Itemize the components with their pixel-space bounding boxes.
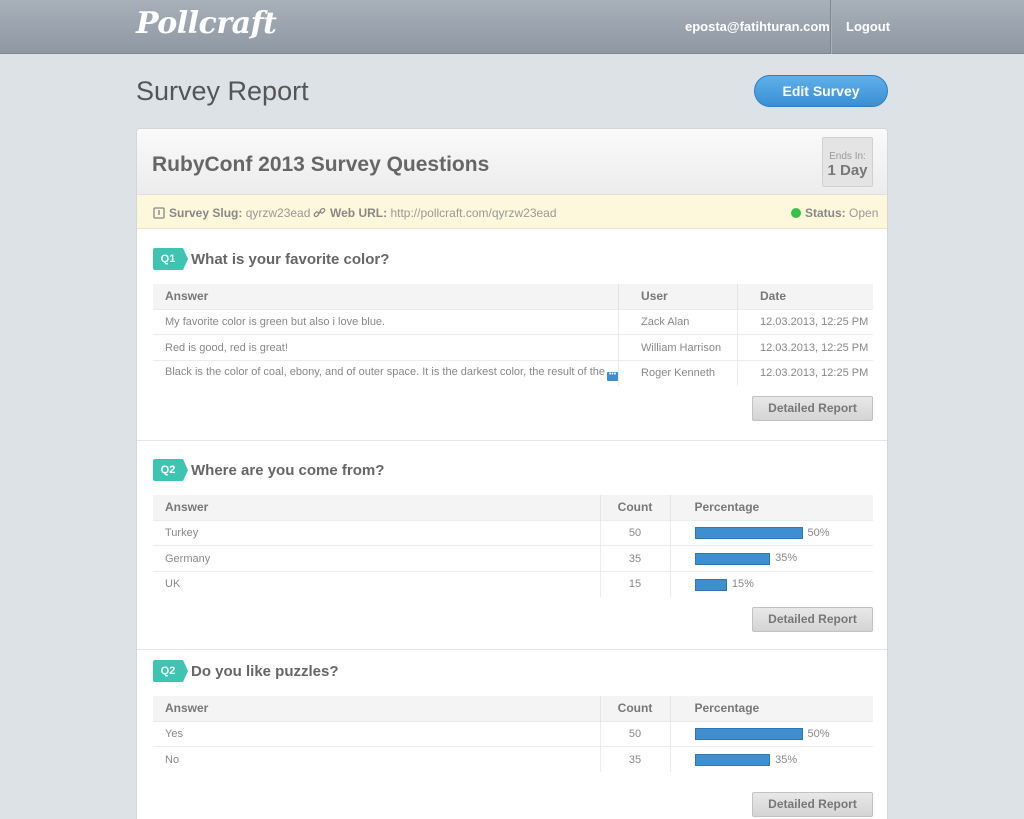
column-header-answer: Answer: [153, 284, 620, 309]
percentage-label: 35%: [775, 552, 798, 565]
slug-value: qyrzw23ead: [245, 206, 311, 220]
date-cell: 12.03.2013, 12:25 PM: [737, 359, 873, 387]
top-bar: Pollcraft eposta@fatihturan.com Logout: [0, 0, 1024, 54]
table-header-row: Answer Count Percentage: [153, 495, 873, 520]
percentage-bar: [694, 552, 771, 565]
answers-table: Answer User Date My favorite color is gr…: [153, 284, 873, 387]
survey-card: RubyConf 2013 Survey Questions Ends In: …: [136, 128, 888, 819]
user-cell: William Harrison: [618, 334, 738, 361]
table-header-row: Answer Count Percentage: [153, 696, 873, 721]
survey-header: RubyConf 2013 Survey Questions Ends In: …: [137, 129, 887, 195]
ellipsis-icon[interactable]: •••: [607, 371, 618, 381]
survey-title: RubyConf 2013 Survey Questions: [152, 153, 490, 176]
percentage-cell: 15%: [670, 570, 873, 598]
percentage-label: 35%: [775, 753, 798, 766]
percentage-cell: 35%: [670, 746, 873, 773]
answer-cell: My favorite color is green but also i lo…: [153, 308, 620, 335]
percentage-label: 50%: [807, 727, 830, 740]
ends-in-label: Ends In:: [829, 151, 866, 162]
question-3: Q2 Do you like puzzles? Answer Count Per…: [137, 649, 887, 819]
user-email[interactable]: eposta@fatihturan.com: [685, 19, 830, 34]
survey-status: Status: Open: [791, 206, 878, 220]
percentage-bar: [694, 578, 727, 591]
column-header-answer: Answer: [153, 495, 601, 520]
info-icon: [153, 207, 165, 222]
answer-text: Black is the color of coal, ebony, and o…: [165, 365, 606, 378]
column-header-answer: Answer: [153, 696, 601, 721]
question-2: Q2 Where are you come from? Answer Count…: [137, 440, 887, 649]
answer-cell: Red is good, red is great!: [153, 334, 620, 361]
slug-label: Survey Slug:: [169, 206, 243, 220]
count-cell: 35: [600, 545, 671, 572]
table-row: No 35 35%: [153, 746, 873, 773]
survey-meta-bar: Survey Slug: qyrzw23ead Web URL: http://…: [137, 195, 887, 229]
date-cell: 12.03.2013, 12:25 PM: [737, 308, 873, 335]
percentage-label: 50%: [807, 526, 830, 539]
percentage-cell: 35%: [670, 545, 873, 572]
page-title: Survey Report: [136, 76, 309, 106]
user-cell: Zack Alan: [618, 308, 738, 335]
detailed-report-button[interactable]: Detailed Report: [752, 396, 873, 421]
answer-cell: No: [153, 746, 601, 773]
answer-cell: Yes: [153, 720, 601, 747]
column-header-date: Date: [737, 284, 873, 309]
table-header-row: Answer User Date: [153, 284, 873, 309]
count-cell: 35: [600, 746, 671, 773]
link-icon: [313, 207, 326, 222]
percentage-bar: [694, 526, 803, 539]
nav-divider: [830, 0, 831, 54]
survey-slug: Survey Slug: qyrzw23ead: [153, 206, 310, 222]
answer-cell: Germany: [153, 545, 601, 572]
status-dot-icon: [791, 208, 801, 218]
column-header-count: Count: [600, 696, 671, 721]
answer-cell: Black is the color of coal, ebony, and o…: [153, 359, 620, 387]
count-cell: 15: [600, 570, 671, 598]
question-tag: Q2: [153, 459, 188, 481]
answer-cell: Turkey: [153, 519, 601, 546]
percentage-bar: [694, 727, 803, 740]
count-cell: 50: [600, 519, 671, 546]
answer-cell: UK: [153, 570, 601, 598]
url-value[interactable]: http://pollcraft.com/qyrzw23ead: [390, 206, 556, 220]
logout-link[interactable]: Logout: [846, 19, 890, 34]
table-row: Turkey 50 50%: [153, 519, 873, 546]
question-text: What is your favorite color?: [191, 251, 390, 268]
column-header-user: User: [618, 284, 738, 309]
column-header-percentage: Percentage: [670, 696, 873, 721]
ends-in-badge: Ends In: 1 Day: [822, 137, 873, 187]
ends-in-value: 1 Day: [827, 162, 868, 179]
question-tag: Q1: [153, 248, 188, 270]
table-row: Yes 50 50%: [153, 720, 873, 747]
edit-survey-button[interactable]: Edit Survey: [754, 75, 888, 107]
detailed-report-button[interactable]: Detailed Report: [752, 792, 873, 817]
table-row: Germany 35 35%: [153, 545, 873, 572]
question-text: Where are you come from?: [191, 462, 385, 479]
column-header-percentage: Percentage: [670, 495, 873, 520]
question-1: Q1 What is your favorite color? Answer U…: [137, 229, 887, 441]
date-cell: 12.03.2013, 12:25 PM: [737, 334, 873, 361]
percentage-cell: 50%: [670, 519, 873, 546]
url-label: Web URL:: [330, 206, 388, 220]
app-logo[interactable]: Pollcraft: [136, 6, 277, 41]
question-text: Do you like puzzles?: [191, 663, 339, 680]
status-label: Status:: [805, 206, 846, 220]
table-row: Black is the color of coal, ebony, and o…: [153, 359, 873, 387]
percentage-label: 15%: [731, 578, 754, 591]
user-cell: Roger Kenneth: [618, 359, 738, 387]
table-row: Red is good, red is great! William Harri…: [153, 334, 873, 361]
detailed-report-button[interactable]: Detailed Report: [752, 607, 873, 632]
survey-url: Web URL: http://pollcraft.com/qyrzw23ead: [313, 206, 557, 222]
percentage-bar: [694, 753, 771, 766]
table-row: UK 15 15%: [153, 570, 873, 598]
percentage-cell: 50%: [670, 720, 873, 747]
column-header-count: Count: [600, 495, 671, 520]
question-tag: Q2: [153, 660, 188, 682]
count-cell: 50: [600, 720, 671, 747]
answers-table: Answer Count Percentage Turkey 50 50% Ge…: [153, 495, 873, 598]
table-row: My favorite color is green but also i lo…: [153, 308, 873, 335]
status-value: Open: [849, 206, 879, 220]
answers-table: Answer Count Percentage Yes 50 50% No 35…: [153, 696, 873, 773]
